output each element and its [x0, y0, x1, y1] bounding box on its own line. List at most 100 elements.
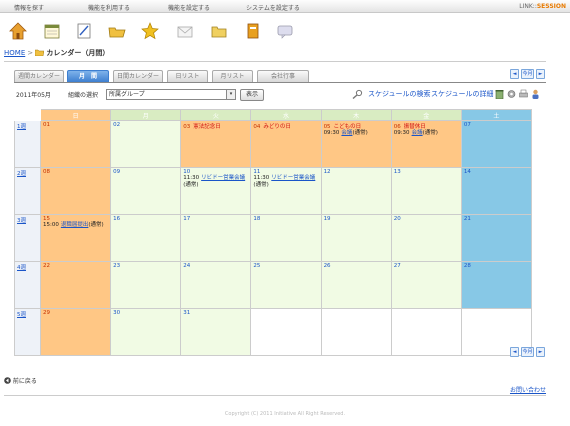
week-number-link[interactable]: 1週: [14, 120, 41, 168]
day-cell[interactable]: 10 11:30 リビドー営業会議(通常): [180, 167, 252, 215]
day-cell[interactable]: 06 振替休日 09:30 会議(通常): [390, 120, 462, 168]
tab-company-events[interactable]: 会社行事: [257, 70, 309, 82]
tab-day-list[interactable]: 日リスト: [167, 70, 208, 82]
document-icon[interactable]: [210, 22, 228, 40]
day-number[interactable]: 20: [394, 216, 401, 222]
day-cell[interactable]: 25: [250, 261, 322, 309]
day-number[interactable]: 28: [464, 263, 471, 269]
tab-monthly[interactable]: 月 間: [67, 70, 109, 82]
day-cell[interactable]: 05 こどもの日 09:30 会議(通常): [320, 120, 392, 168]
calendar-icon[interactable]: [43, 22, 61, 40]
day-number[interactable]: 19: [324, 216, 331, 222]
day-number[interactable]: 26: [324, 263, 331, 269]
schedule-search-link[interactable]: スケジュールの検索: [368, 89, 431, 99]
this-month-button[interactable]: 今月: [521, 69, 534, 79]
tab-daily-calendar[interactable]: 日間カレンダー: [113, 70, 163, 82]
schedule-detail-link[interactable]: スケジュールの詳細: [431, 89, 494, 99]
user-icon[interactable]: [531, 89, 540, 99]
week-number-link[interactable]: 2週: [14, 167, 41, 215]
menu-find-info[interactable]: 情報を探す: [14, 3, 44, 12]
day-number[interactable]: 08: [43, 169, 50, 175]
group-select[interactable]: 所属グループ ▾: [106, 89, 236, 100]
event-link[interactable]: 退職届提出: [61, 222, 89, 228]
day-cell[interactable]: 27: [390, 261, 462, 309]
day-number[interactable]: 25: [253, 263, 260, 269]
day-cell[interactable]: 21: [460, 214, 533, 262]
back-link[interactable]: 前に戻る: [4, 376, 37, 385]
day-cell[interactable]: 23: [110, 261, 182, 309]
day-number[interactable]: 02: [113, 122, 120, 128]
day-number[interactable]: 27: [394, 263, 401, 269]
this-month-button[interactable]: 今月: [521, 347, 534, 357]
mail-icon[interactable]: [176, 22, 194, 40]
day-number[interactable]: 30: [113, 310, 120, 316]
event-link[interactable]: 会議: [341, 130, 352, 136]
day-cell[interactable]: 24: [180, 261, 252, 309]
gear-icon[interactable]: [507, 89, 516, 99]
day-number[interactable]: 18: [253, 216, 260, 222]
day-cell[interactable]: 15 15:00 退職届提出(通常): [39, 214, 112, 262]
day-number[interactable]: 16: [113, 216, 120, 222]
menu-use-features[interactable]: 機能を利用する: [88, 3, 130, 12]
day-cell[interactable]: 04 みどりの日: [250, 120, 322, 168]
memo-icon[interactable]: [75, 22, 93, 40]
day-number[interactable]: 23: [113, 263, 120, 269]
day-cell[interactable]: 11 11:30 リビドー営業会議(通常): [250, 167, 322, 215]
next-month-button[interactable]: ►: [536, 69, 545, 79]
menu-set-features[interactable]: 機能を設定する: [168, 3, 210, 12]
day-number[interactable]: 31: [183, 310, 190, 316]
next-month-button[interactable]: ►: [536, 347, 545, 357]
day-cell[interactable]: 18: [250, 214, 322, 262]
trash-icon[interactable]: [495, 89, 504, 99]
prev-month-button[interactable]: ◄: [510, 69, 519, 79]
week-number-link[interactable]: 5週: [14, 308, 41, 356]
week-number-link[interactable]: 4週: [14, 261, 41, 309]
day-cell[interactable]: 13: [390, 167, 462, 215]
menu-system-settings[interactable]: システムを設定する: [246, 3, 300, 12]
event-link[interactable]: リビドー営業会議: [271, 175, 315, 181]
breadcrumb-home-link[interactable]: HOME: [4, 49, 25, 57]
day-cell[interactable]: 29: [39, 308, 112, 356]
chat-icon[interactable]: [276, 22, 294, 40]
day-number[interactable]: 29: [43, 310, 50, 316]
day-number[interactable]: 13: [394, 169, 401, 175]
day-cell[interactable]: 16: [110, 214, 182, 262]
day-number[interactable]: 12: [324, 169, 331, 175]
prev-month-button[interactable]: ◄: [510, 347, 519, 357]
day-cell[interactable]: 02: [110, 120, 182, 168]
inquiry-link[interactable]: お問い合わせ: [510, 385, 546, 394]
print-icon[interactable]: [519, 89, 528, 99]
day-number[interactable]: 09: [113, 169, 120, 175]
day-cell[interactable]: 26: [320, 261, 392, 309]
day-number[interactable]: 01: [43, 122, 50, 128]
show-button[interactable]: 表示: [240, 89, 264, 101]
day-number[interactable]: 14: [464, 169, 471, 175]
day-cell[interactable]: 12: [320, 167, 392, 215]
day-cell[interactable]: 28: [460, 261, 533, 309]
day-cell[interactable]: 03 憲法記念日: [180, 120, 252, 168]
day-cell[interactable]: 20: [390, 214, 462, 262]
day-cell[interactable]: 14: [460, 167, 533, 215]
event-link[interactable]: 会議: [412, 130, 423, 136]
day-cell[interactable]: 30: [110, 308, 182, 356]
day-number[interactable]: 07: [464, 122, 471, 128]
day-number[interactable]: 22: [43, 263, 50, 269]
day-cell[interactable]: 19: [320, 214, 392, 262]
day-cell[interactable]: 08: [39, 167, 112, 215]
day-number[interactable]: 04: [253, 124, 260, 130]
day-cell[interactable]: 17: [180, 214, 252, 262]
home-icon[interactable]: [9, 22, 27, 40]
day-cell[interactable]: 09: [110, 167, 182, 215]
day-number[interactable]: 03: [183, 124, 190, 130]
star-icon[interactable]: [141, 22, 159, 40]
folder-icon[interactable]: [108, 22, 126, 40]
day-cell[interactable]: 22: [39, 261, 112, 309]
day-number[interactable]: 21: [464, 216, 471, 222]
day-cell[interactable]: 31: [180, 308, 252, 356]
event-link[interactable]: リビドー営業会議: [201, 175, 245, 181]
tab-month-list[interactable]: 月リスト: [212, 70, 253, 82]
day-cell[interactable]: 07: [460, 120, 533, 168]
day-cell[interactable]: 01: [39, 120, 112, 168]
day-number[interactable]: 24: [183, 263, 190, 269]
book-icon[interactable]: [244, 22, 262, 40]
